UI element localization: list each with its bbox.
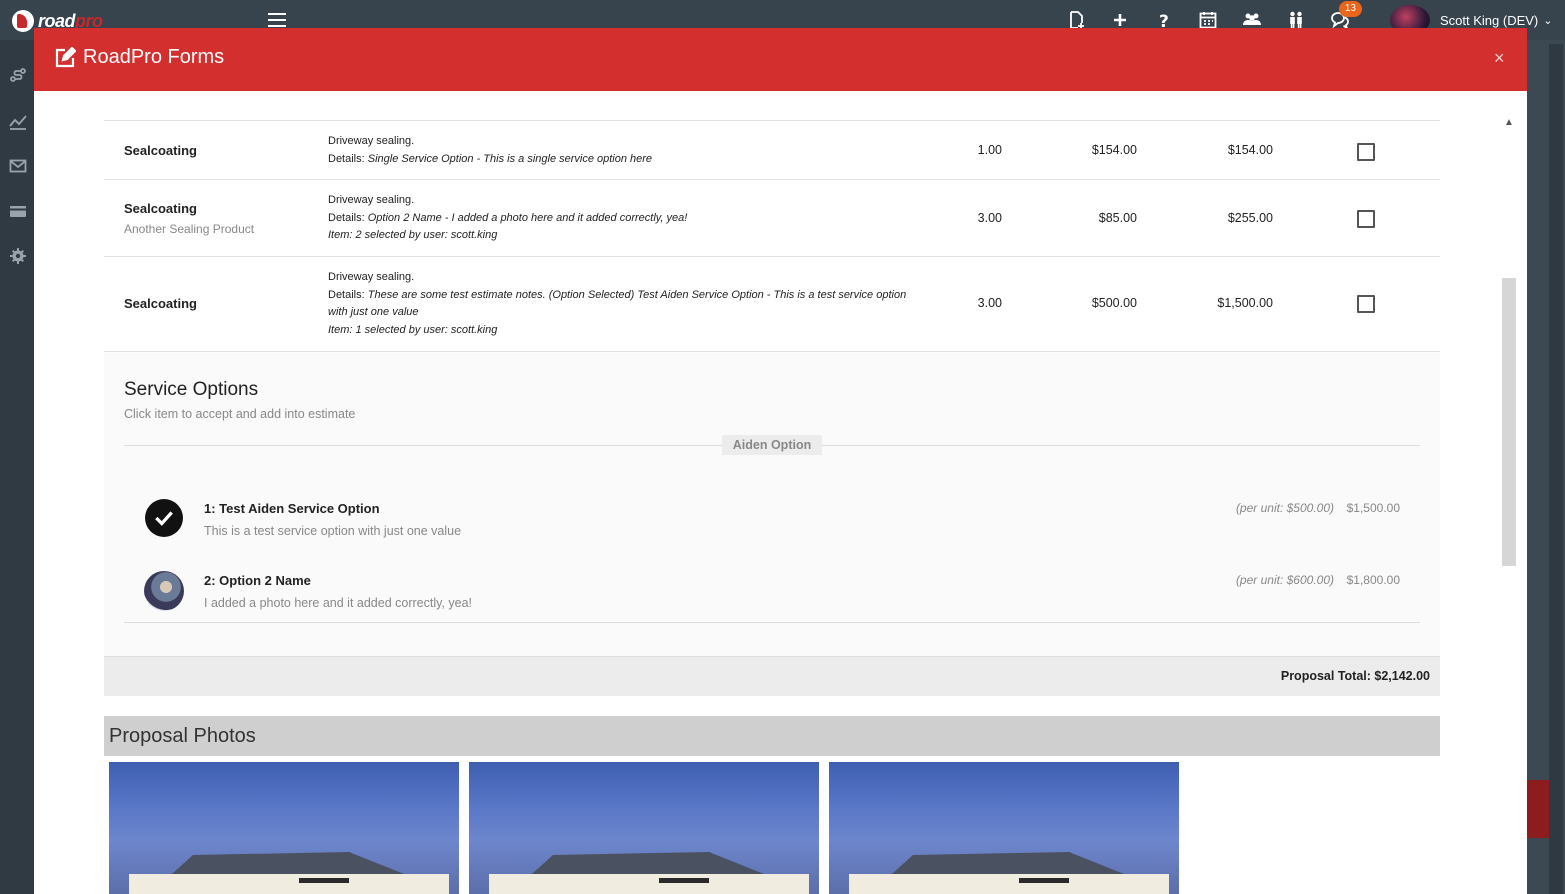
roadpro-forms-modal: RoadPro Forms × ▲ Sealcoating Driveway s…	[34, 28, 1527, 894]
bank-sign-logo	[299, 878, 349, 883]
item-total: $1,500.00	[1217, 296, 1273, 310]
item-description: Driveway sealing. Details: These are som…	[328, 269, 928, 339]
details-line: Details: Option 2 Name - I added a photo…	[328, 210, 928, 228]
chevron-down-icon: ⌄	[1543, 14, 1553, 27]
item-note: Item: 2 selected by user: scott.king	[328, 229, 498, 241]
option-total: $1,500.00	[1346, 501, 1400, 515]
item-total: $154.00	[1227, 143, 1273, 157]
description-line: Driveway sealing.	[328, 135, 415, 147]
divider	[124, 622, 1420, 623]
page-scrollbar[interactable]	[1549, 44, 1563, 894]
item-unit-price: $500.00	[1091, 296, 1137, 310]
item-name: Sealcoating	[124, 296, 197, 311]
option-title: 1: Test Aiden Service Option	[204, 501, 380, 516]
description-line: Driveway sealing.	[328, 194, 415, 206]
modal-title: RoadPro Forms	[83, 46, 225, 68]
item-description: Driveway sealing. Details: Single Servic…	[328, 133, 928, 168]
service-option-item[interactable]: 1: Test Aiden Service Option This is a t…	[144, 499, 1400, 549]
item-quantity: 3.00	[977, 211, 1002, 225]
option-group-label: Aiden Option	[722, 435, 822, 455]
item-name: Sealcoating	[124, 201, 197, 216]
edit-icon	[55, 46, 76, 67]
proposal-total: Proposal Total: $2,142.00	[1280, 669, 1430, 683]
service-option-item[interactable]: 2: Option 2 Name I added a photo here an…	[144, 571, 1400, 621]
item-name: Sealcoating	[124, 143, 197, 158]
option-title: 2: Option 2 Name	[204, 573, 311, 588]
accept-checkbox[interactable]	[1357, 210, 1375, 228]
table-row: Sealcoating Driveway sealing. Details: T…	[104, 257, 1440, 352]
item-quantity: 3.00	[977, 296, 1002, 310]
proposal-photo[interactable]	[109, 762, 459, 894]
item-total: $255.00	[1227, 211, 1273, 225]
details-text-continued: with just one value	[328, 306, 419, 318]
modal-header: RoadPro Forms ×	[34, 28, 1527, 91]
item-unit-price: $85.00	[1098, 211, 1137, 225]
details-text: Option 2 Name - I added a photo here and…	[367, 211, 688, 224]
option-unit-price: (per unit: $500.00)	[1235, 501, 1334, 515]
details-label: Details:	[328, 211, 365, 224]
option-total: $1,800.00	[1346, 573, 1400, 587]
option-description: I added a photo here and it added correc…	[204, 596, 473, 610]
close-icon[interactable]: ×	[1494, 48, 1505, 69]
background-button	[1527, 780, 1549, 838]
item-subname: Another Sealing Product	[124, 222, 255, 236]
item-note: Item: 1 selected by user: scott.king	[328, 323, 498, 336]
checkmark-icon	[145, 499, 183, 537]
proposal-total-bar: Proposal Total: $2,142.00	[104, 656, 1440, 696]
table-row: Sealcoating Another Sealing Product Driv…	[104, 180, 1440, 257]
bank-sign-logo	[1019, 878, 1069, 883]
estimate-table: Sealcoating Driveway sealing. Details: S…	[104, 120, 1440, 352]
bank-sign-logo	[659, 878, 709, 883]
scroll-thumb[interactable]	[1502, 278, 1516, 566]
card-icon[interactable]	[9, 202, 27, 220]
route-icon[interactable]	[9, 66, 27, 84]
details-text: Single Service Option - This is a single…	[367, 152, 653, 165]
service-options-panel: Service Options Click item to accept and…	[104, 353, 1440, 656]
section-title: Proposal Photos	[109, 725, 256, 747]
settings-icon[interactable]	[9, 247, 27, 265]
scroll-up-icon[interactable]: ▲	[1504, 117, 1514, 128]
mail-icon[interactable]	[9, 157, 27, 175]
accept-checkbox[interactable]	[1357, 295, 1375, 313]
details-label: Details:	[328, 152, 365, 165]
item-quantity: 1.00	[977, 143, 1002, 157]
notification-count-badge: 13	[1338, 1, 1362, 17]
menu-toggle-icon[interactable]	[268, 13, 286, 27]
proposal-photo[interactable]	[829, 762, 1179, 894]
modal-scrollbar[interactable]: ▲	[1498, 111, 1518, 894]
option-photo	[144, 571, 184, 611]
proposal-photos-header: Proposal Photos	[104, 716, 1440, 756]
chart-icon[interactable]	[9, 112, 27, 130]
left-sidebar	[0, 40, 34, 894]
table-row: Sealcoating Driveway sealing. Details: S…	[104, 120, 1440, 180]
details-text: These are some test estimate notes. (Opt…	[367, 288, 907, 301]
details-line: Details: Single Service Option - This is…	[328, 151, 928, 169]
roadpro-logo-icon	[12, 10, 34, 32]
option-description: This is a test service option with just …	[204, 524, 462, 538]
option-unit-price: (per unit: $600.00)	[1235, 573, 1334, 587]
description-line: Driveway sealing.	[328, 271, 415, 283]
section-title: Service Options	[124, 379, 259, 400]
accept-checkbox[interactable]	[1357, 143, 1375, 161]
item-description: Driveway sealing. Details: Option 2 Name…	[328, 192, 928, 245]
section-subtitle: Click item to accept and add into estima…	[124, 407, 356, 421]
user-name: Scott King (DEV)	[1440, 12, 1539, 28]
details-line: Details: These are some test estimate no…	[328, 287, 928, 305]
proposal-photo[interactable]	[469, 762, 819, 894]
item-unit-price: $154.00	[1091, 143, 1137, 157]
details-label: Details:	[328, 288, 365, 301]
